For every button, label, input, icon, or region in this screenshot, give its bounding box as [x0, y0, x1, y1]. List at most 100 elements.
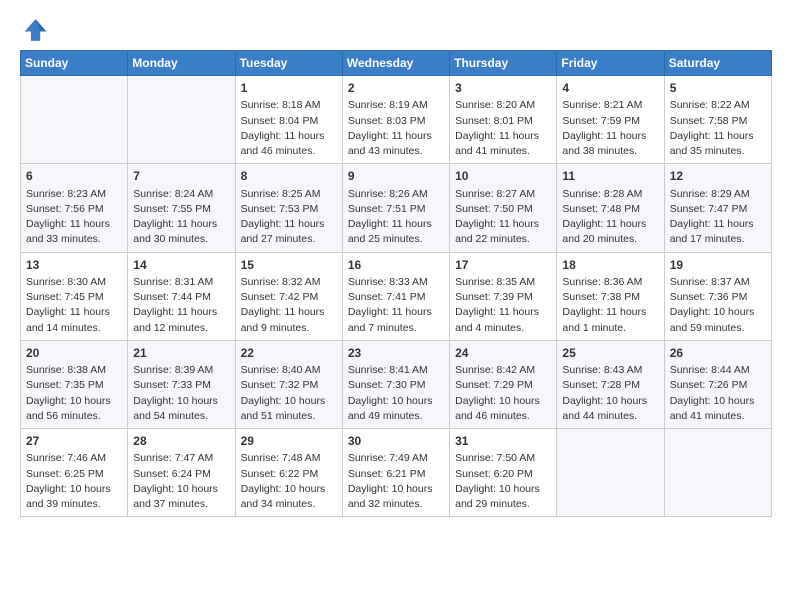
calendar-cell	[128, 76, 235, 164]
day-info: Sunrise: 8:32 AM	[241, 275, 337, 290]
day-info: Sunrise: 8:18 AM	[241, 98, 337, 113]
day-info: Sunset: 7:30 PM	[348, 378, 444, 393]
header	[20, 16, 772, 44]
day-info: Sunrise: 7:50 AM	[455, 451, 551, 466]
day-info: Daylight: 11 hours and 25 minutes.	[348, 217, 444, 247]
day-info: Sunrise: 8:21 AM	[562, 98, 658, 113]
day-info: Sunset: 7:47 PM	[670, 202, 766, 217]
calendar-cell: 12Sunrise: 8:29 AMSunset: 7:47 PMDayligh…	[664, 164, 771, 252]
day-info: Sunset: 6:24 PM	[133, 467, 229, 482]
day-number: 27	[26, 433, 122, 450]
day-info: Daylight: 11 hours and 4 minutes.	[455, 305, 551, 335]
day-info: Sunrise: 8:37 AM	[670, 275, 766, 290]
day-number: 1	[241, 80, 337, 97]
day-info: Sunset: 7:38 PM	[562, 290, 658, 305]
day-info: Sunset: 8:01 PM	[455, 114, 551, 129]
calendar-cell: 8Sunrise: 8:25 AMSunset: 7:53 PMDaylight…	[235, 164, 342, 252]
calendar-cell: 30Sunrise: 7:49 AMSunset: 6:21 PMDayligh…	[342, 429, 449, 517]
day-info: Daylight: 10 hours and 59 minutes.	[670, 305, 766, 335]
day-info: Sunset: 7:44 PM	[133, 290, 229, 305]
day-info: Sunrise: 8:42 AM	[455, 363, 551, 378]
column-headers: SundayMondayTuesdayWednesdayThursdayFrid…	[21, 51, 772, 76]
day-info: Sunset: 6:22 PM	[241, 467, 337, 482]
day-number: 7	[133, 168, 229, 185]
calendar-cell: 21Sunrise: 8:39 AMSunset: 7:33 PMDayligh…	[128, 340, 235, 428]
day-info: Daylight: 11 hours and 14 minutes.	[26, 305, 122, 335]
day-info: Sunrise: 7:49 AM	[348, 451, 444, 466]
day-info: Sunrise: 8:35 AM	[455, 275, 551, 290]
day-info: Sunrise: 7:47 AM	[133, 451, 229, 466]
day-info: Sunrise: 8:31 AM	[133, 275, 229, 290]
day-info: Sunset: 8:03 PM	[348, 114, 444, 129]
day-info: Sunrise: 7:46 AM	[26, 451, 122, 466]
day-number: 2	[348, 80, 444, 97]
day-info: Daylight: 10 hours and 44 minutes.	[562, 394, 658, 424]
day-info: Daylight: 10 hours and 46 minutes.	[455, 394, 551, 424]
day-info: Sunrise: 8:29 AM	[670, 187, 766, 202]
day-number: 24	[455, 345, 551, 362]
day-info: Daylight: 11 hours and 35 minutes.	[670, 129, 766, 159]
calendar-cell: 13Sunrise: 8:30 AMSunset: 7:45 PMDayligh…	[21, 252, 128, 340]
day-number: 14	[133, 257, 229, 274]
day-info: Daylight: 11 hours and 7 minutes.	[348, 305, 444, 335]
day-info: Sunrise: 8:22 AM	[670, 98, 766, 113]
day-number: 4	[562, 80, 658, 97]
day-info: Sunrise: 8:39 AM	[133, 363, 229, 378]
calendar-cell: 29Sunrise: 7:48 AMSunset: 6:22 PMDayligh…	[235, 429, 342, 517]
calendar-cell: 14Sunrise: 8:31 AMSunset: 7:44 PMDayligh…	[128, 252, 235, 340]
day-info: Sunset: 7:32 PM	[241, 378, 337, 393]
day-number: 15	[241, 257, 337, 274]
day-info: Daylight: 11 hours and 17 minutes.	[670, 217, 766, 247]
calendar-cell: 18Sunrise: 8:36 AMSunset: 7:38 PMDayligh…	[557, 252, 664, 340]
day-info: Daylight: 10 hours and 37 minutes.	[133, 482, 229, 512]
calendar-cell: 7Sunrise: 8:24 AMSunset: 7:55 PMDaylight…	[128, 164, 235, 252]
calendar-cell: 28Sunrise: 7:47 AMSunset: 6:24 PMDayligh…	[128, 429, 235, 517]
day-info: Sunset: 7:55 PM	[133, 202, 229, 217]
day-info: Daylight: 11 hours and 1 minute.	[562, 305, 658, 335]
day-info: Sunrise: 8:28 AM	[562, 187, 658, 202]
day-number: 11	[562, 168, 658, 185]
day-info: Daylight: 11 hours and 27 minutes.	[241, 217, 337, 247]
calendar-cell: 24Sunrise: 8:42 AMSunset: 7:29 PMDayligh…	[450, 340, 557, 428]
day-info: Sunset: 7:59 PM	[562, 114, 658, 129]
calendar-cell	[557, 429, 664, 517]
day-info: Sunrise: 7:48 AM	[241, 451, 337, 466]
day-info: Daylight: 10 hours and 54 minutes.	[133, 394, 229, 424]
calendar-cell: 9Sunrise: 8:26 AMSunset: 7:51 PMDaylight…	[342, 164, 449, 252]
column-header-wednesday: Wednesday	[342, 51, 449, 76]
day-number: 31	[455, 433, 551, 450]
day-info: Sunset: 7:53 PM	[241, 202, 337, 217]
calendar-cell: 4Sunrise: 8:21 AMSunset: 7:59 PMDaylight…	[557, 76, 664, 164]
day-info: Daylight: 11 hours and 46 minutes.	[241, 129, 337, 159]
logo-icon	[20, 16, 48, 44]
day-info: Sunrise: 8:27 AM	[455, 187, 551, 202]
day-info: Daylight: 10 hours and 41 minutes.	[670, 394, 766, 424]
day-info: Sunrise: 8:20 AM	[455, 98, 551, 113]
day-number: 21	[133, 345, 229, 362]
day-info: Sunrise: 8:23 AM	[26, 187, 122, 202]
calendar-table: SundayMondayTuesdayWednesdayThursdayFrid…	[20, 50, 772, 517]
calendar-cell	[664, 429, 771, 517]
day-info: Daylight: 11 hours and 22 minutes.	[455, 217, 551, 247]
day-info: Sunset: 7:58 PM	[670, 114, 766, 129]
calendar-cell: 26Sunrise: 8:44 AMSunset: 7:26 PMDayligh…	[664, 340, 771, 428]
day-info: Sunset: 6:25 PM	[26, 467, 122, 482]
calendar-cell: 3Sunrise: 8:20 AMSunset: 8:01 PMDaylight…	[450, 76, 557, 164]
day-info: Sunset: 7:33 PM	[133, 378, 229, 393]
day-number: 13	[26, 257, 122, 274]
day-number: 6	[26, 168, 122, 185]
calendar-cell: 25Sunrise: 8:43 AMSunset: 7:28 PMDayligh…	[557, 340, 664, 428]
column-header-monday: Monday	[128, 51, 235, 76]
calendar-cell: 2Sunrise: 8:19 AMSunset: 8:03 PMDaylight…	[342, 76, 449, 164]
calendar-cell: 19Sunrise: 8:37 AMSunset: 7:36 PMDayligh…	[664, 252, 771, 340]
day-info: Sunrise: 8:36 AM	[562, 275, 658, 290]
day-info: Sunset: 7:36 PM	[670, 290, 766, 305]
day-info: Sunrise: 8:41 AM	[348, 363, 444, 378]
day-info: Daylight: 10 hours and 56 minutes.	[26, 394, 122, 424]
day-info: Daylight: 11 hours and 43 minutes.	[348, 129, 444, 159]
day-info: Sunrise: 8:24 AM	[133, 187, 229, 202]
day-number: 20	[26, 345, 122, 362]
day-number: 17	[455, 257, 551, 274]
day-info: Sunset: 7:45 PM	[26, 290, 122, 305]
day-info: Sunrise: 8:26 AM	[348, 187, 444, 202]
